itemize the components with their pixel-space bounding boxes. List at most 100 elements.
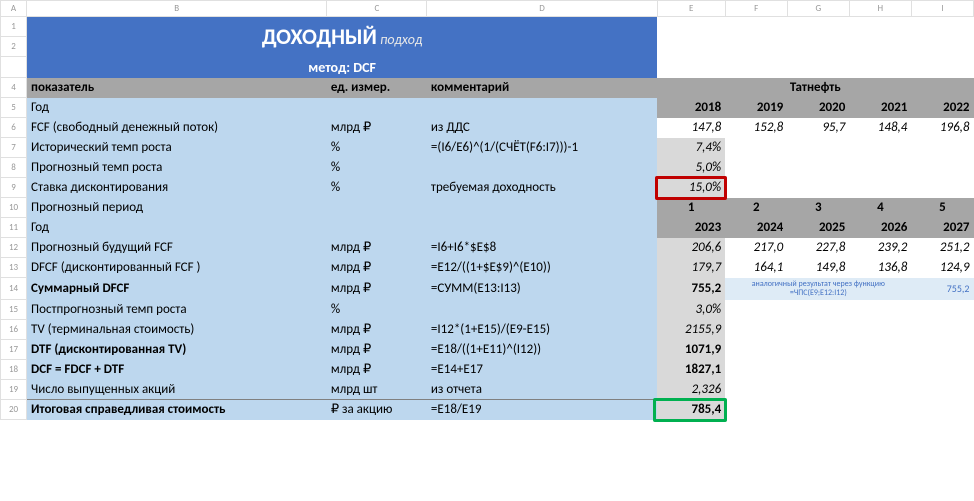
E7[interactable]: 7,4%: [657, 138, 725, 158]
F12[interactable]: 217,0: [725, 238, 787, 258]
F10[interactable]: 2: [725, 198, 787, 218]
E13[interactable]: 179,7: [657, 258, 725, 278]
C16[interactable]: млрд ₽: [327, 320, 427, 340]
F5[interactable]: 2019: [725, 98, 787, 118]
row-12[interactable]: 12 Прогнозный будущий FCF млрд ₽ =I6+I6*…: [1, 238, 974, 258]
row-13[interactable]: 13 DFCF (дисконтированный FCF ) млрд ₽ =…: [1, 258, 974, 278]
D16[interactable]: =I12*(1+E15)/(E9-E15): [427, 320, 657, 340]
B10[interactable]: Прогнозный период: [27, 198, 327, 218]
C10[interactable]: [327, 198, 427, 218]
E18[interactable]: 1827,1: [657, 360, 725, 380]
rowhead-16[interactable]: 16: [1, 320, 27, 340]
C15[interactable]: %: [327, 300, 427, 320]
col-F[interactable]: F: [725, 1, 787, 17]
D18[interactable]: =E14+E17: [427, 360, 657, 380]
row-method[interactable]: метод: DCF: [1, 57, 974, 78]
B7[interactable]: Исторический темп роста: [27, 138, 327, 158]
row-9[interactable]: 9 Ставка дисконтирования % требуемая дох…: [1, 178, 974, 198]
D13[interactable]: =E12/((1+$E$9)^(E10)): [427, 258, 657, 278]
col-A[interactable]: A: [1, 1, 27, 17]
row-5[interactable]: 5 Год 2018 2019 2020 2021 2022: [1, 98, 974, 118]
C13[interactable]: млрд ₽: [327, 258, 427, 278]
B16[interactable]: TV (терминальная стоимость): [27, 320, 327, 340]
rowhead-4[interactable]: 4: [1, 78, 27, 98]
E6[interactable]: 147,8: [657, 118, 725, 138]
G5[interactable]: 2020: [787, 98, 849, 118]
B4[interactable]: показатель: [27, 78, 327, 98]
B20[interactable]: Итоговая справедливая стоимость: [27, 400, 327, 420]
C8[interactable]: %: [327, 158, 427, 178]
E17[interactable]: 1071,9: [657, 340, 725, 360]
rowhead-20[interactable]: 20: [1, 400, 27, 420]
col-B[interactable]: B: [27, 1, 327, 17]
D17[interactable]: =E18/((1+E11)^(I12)): [427, 340, 657, 360]
row-20[interactable]: 20 Итоговая справедливая стоимость ₽ за …: [1, 400, 974, 420]
row-6[interactable]: 6 FCF (свободный денежный поток) млрд ₽ …: [1, 118, 974, 138]
D19[interactable]: из отчета: [427, 380, 657, 400]
C20[interactable]: ₽ за акцию: [327, 400, 427, 420]
rowhead-10[interactable]: 10: [1, 198, 27, 218]
G10[interactable]: 3: [787, 198, 849, 218]
E12[interactable]: 206,6: [657, 238, 725, 258]
D5[interactable]: [427, 98, 657, 118]
G12[interactable]: 227,8: [787, 238, 849, 258]
row-1[interactable]: 1 ДОХОДНЫЙ подход: [1, 17, 974, 37]
rowhead-11[interactable]: 11: [1, 218, 27, 238]
D14[interactable]: =СУММ(E13:I13): [427, 278, 657, 300]
I13[interactable]: 124,9: [911, 258, 973, 278]
C11[interactable]: [327, 218, 427, 238]
row-11[interactable]: 11 Год 2023 2024 2025 2026 2027: [1, 218, 974, 238]
rowhead-17[interactable]: 17: [1, 340, 27, 360]
rowhead-6[interactable]: 6: [1, 118, 27, 138]
rowhead-5[interactable]: 5: [1, 98, 27, 118]
col-I[interactable]: I: [911, 1, 973, 17]
row-15[interactable]: 15 Постпрогнозный темп роста % 3,0%: [1, 300, 974, 320]
C17[interactable]: млрд ₽: [327, 340, 427, 360]
G13[interactable]: 149,8: [787, 258, 849, 278]
E15[interactable]: 3,0%: [657, 300, 725, 320]
C12[interactable]: млрд ₽: [327, 238, 427, 258]
E9[interactable]: 15,0%: [657, 178, 725, 198]
E20[interactable]: 785,4: [657, 400, 725, 420]
B6[interactable]: FCF (свободный денежный поток): [27, 118, 327, 138]
I5[interactable]: 2022: [911, 98, 973, 118]
H13[interactable]: 136,8: [849, 258, 911, 278]
F13[interactable]: 164,1: [725, 258, 787, 278]
F11[interactable]: 2024: [725, 218, 787, 238]
I12[interactable]: 251,2: [911, 238, 973, 258]
row-18[interactable]: 18 DCF = FDCF + DTF млрд ₽ =E14+E17 1827…: [1, 360, 974, 380]
G6[interactable]: 95,7: [787, 118, 849, 138]
I11[interactable]: 2027: [911, 218, 973, 238]
D6[interactable]: из ДДС: [427, 118, 657, 138]
B12[interactable]: Прогнозный будущий FCF: [27, 238, 327, 258]
B19[interactable]: Число выпущенных акций: [27, 380, 327, 400]
rowhead-9[interactable]: 9: [1, 178, 27, 198]
C6[interactable]: млрд ₽: [327, 118, 427, 138]
H12[interactable]: 239,2: [849, 238, 911, 258]
D20[interactable]: =E18/E19: [427, 400, 657, 420]
E10[interactable]: 1: [657, 198, 725, 218]
I6[interactable]: 196,8: [911, 118, 973, 138]
E11[interactable]: 2023: [657, 218, 725, 238]
method-cell[interactable]: метод: DCF: [27, 57, 658, 78]
D8[interactable]: [427, 158, 657, 178]
rowhead-7[interactable]: 7: [1, 138, 27, 158]
col-C[interactable]: C: [327, 1, 427, 17]
rowhead-15[interactable]: 15: [1, 300, 27, 320]
row-8[interactable]: 8 Прогнозный темп роста % 5,0%: [1, 158, 974, 178]
B5[interactable]: Год: [27, 98, 327, 118]
company-header[interactable]: Татнефть: [657, 78, 973, 98]
rowhead-19[interactable]: 19: [1, 380, 27, 400]
D15[interactable]: [427, 300, 657, 320]
B15[interactable]: Постпрогнозный темп роста: [27, 300, 327, 320]
H11[interactable]: 2026: [849, 218, 911, 238]
E8[interactable]: 5,0%: [657, 158, 725, 178]
C9[interactable]: %: [327, 178, 427, 198]
rowhead-13[interactable]: 13: [1, 258, 27, 278]
row-19[interactable]: 19 Число выпущенных акций млрд шт из отч…: [1, 380, 974, 400]
E19[interactable]: 2,326: [657, 380, 725, 400]
B9[interactable]: Ставка дисконтирования: [27, 178, 327, 198]
rowhead-1[interactable]: 1: [1, 17, 27, 37]
C7[interactable]: %: [327, 138, 427, 158]
D12[interactable]: =I6+I6*$E$8: [427, 238, 657, 258]
